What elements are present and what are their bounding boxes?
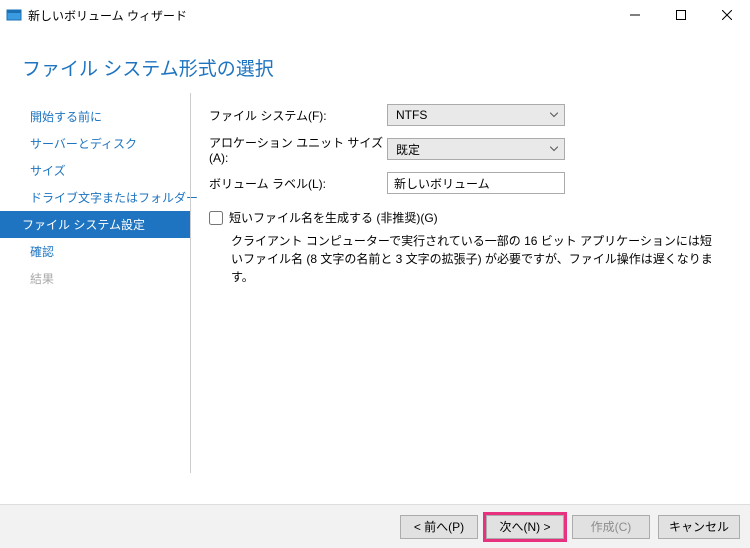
nav-item-results: 結果 <box>0 265 190 292</box>
nav-item-before-begin[interactable]: 開始する前に <box>0 103 190 130</box>
chevron-down-icon <box>550 110 558 121</box>
app-icon <box>6 7 22 23</box>
short-filenames-checkbox[interactable] <box>209 211 223 225</box>
cancel-button[interactable]: キャンセル <box>658 515 740 539</box>
allocation-size-value: 既定 <box>396 141 420 158</box>
content-pane: ファイル システム(F): NTFS アロケーション ユニット サイズ(A): … <box>191 93 750 473</box>
titlebar: 新しいボリューム ウィザード <box>0 0 750 30</box>
next-button[interactable]: 次へ(N) > <box>486 515 564 539</box>
close-button[interactable] <box>704 0 750 30</box>
volume-label-input[interactable] <box>387 172 565 194</box>
volume-label-label: ボリューム ラベル(L): <box>209 175 387 192</box>
create-button: 作成(C) <box>572 515 650 539</box>
wizard-footer: < 前へ(P) 次へ(N) > 作成(C) キャンセル <box>0 504 750 548</box>
wizard-nav: 開始する前に サーバーとディスク サイズ ドライブ文字またはフォルダー ファイル… <box>0 93 190 473</box>
page-heading: ファイル システム形式の選択 <box>0 30 750 93</box>
filesystem-label: ファイル システム(F): <box>209 107 387 124</box>
nav-item-drive-letter[interactable]: ドライブ文字またはフォルダー <box>0 184 190 211</box>
chevron-down-icon <box>550 144 558 155</box>
nav-item-size[interactable]: サイズ <box>0 157 190 184</box>
filesystem-value: NTFS <box>396 108 427 122</box>
nav-item-confirmation[interactable]: 確認 <box>0 238 190 265</box>
minimize-button[interactable] <box>612 0 658 30</box>
allocation-size-select[interactable]: 既定 <box>387 138 565 160</box>
nav-item-filesystem-settings[interactable]: ファイル システム設定 <box>0 211 190 238</box>
allocation-size-label: アロケーション ユニット サイズ(A): <box>209 134 387 165</box>
nav-item-server-disk[interactable]: サーバーとディスク <box>0 130 190 157</box>
window-title: 新しいボリューム ウィザード <box>28 7 187 24</box>
short-filenames-hint: クライアント コンピューターで実行されている一部の 16 ビット アプリケーショ… <box>231 232 722 286</box>
filesystem-select[interactable]: NTFS <box>387 104 565 126</box>
short-filenames-label: 短いファイル名を生成する (非推奨)(G) <box>229 209 438 226</box>
window-controls <box>612 0 750 30</box>
previous-button[interactable]: < 前へ(P) <box>400 515 478 539</box>
maximize-button[interactable] <box>658 0 704 30</box>
